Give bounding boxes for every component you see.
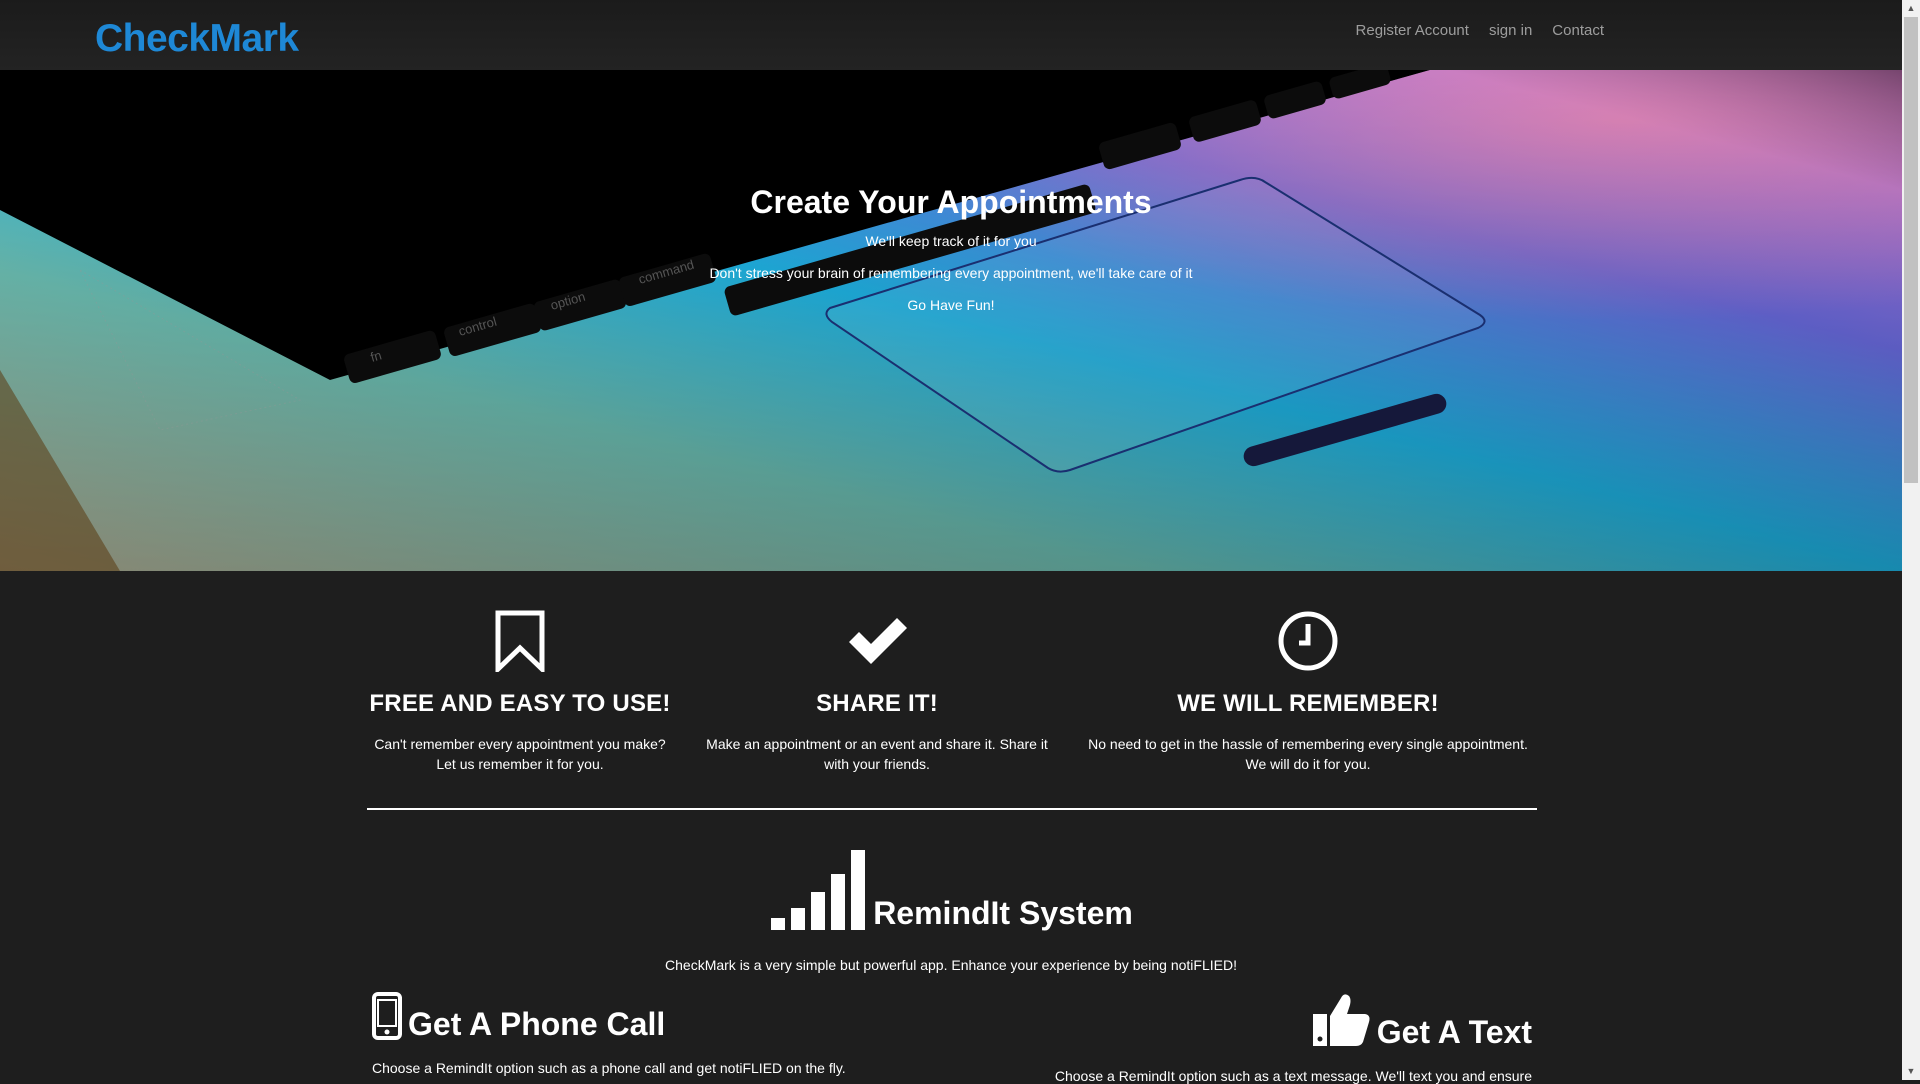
feature-title: SHARE IT! [816,690,938,717]
scroll-thumb[interactable] [1904,17,1918,483]
feature-desc-line: Make an appointment or an event and shar… [706,736,1048,752]
feature-desc-line: We will do it for you. [1245,756,1371,772]
scroll-up-arrow-icon[interactable]: ▲ [1902,0,1920,17]
feature-remember: WE WILL REMEMBER! No need to get in the … [1071,610,1545,774]
scroll-down-arrow-icon[interactable]: ▼ [1902,1063,1920,1080]
mobile-phone-icon [372,992,402,1040]
option-description: Choose a RemindIt option such as a phone… [372,1060,846,1076]
signal-bars-icon [771,850,866,930]
option-heading: Get A Phone Call [372,992,846,1040]
option-title: Get A Text [1376,1014,1532,1050]
remindit-section: RemindIt System CheckMark is a very simp… [0,848,1902,973]
feature-free-easy: FREE AND EASY TO USE! Can't remember eve… [355,610,685,774]
feature-desc-line: No need to get in the hassle of remember… [1088,736,1528,752]
hero-title: Create Your Appointments [750,184,1152,220]
option-description: Choose a RemindIt option such as a text … [1054,1068,1532,1084]
navbar: CheckMark Register Account sign in Conta… [0,0,1902,71]
feature-title: FREE AND EASY TO USE! [369,690,671,717]
section-divider [367,808,1537,810]
hero-banner: fn control option command Create Your Ap… [0,70,1902,571]
feature-desc-line: Let us remember it for you. [436,756,604,772]
brand-logo[interactable]: CheckMark [95,17,299,61]
clock-icon [1278,611,1338,671]
checkmark-icon [849,618,907,664]
hero-line-3: Go Have Fun! [907,297,995,313]
nav-contact[interactable]: Contact [1552,22,1604,39]
feature-desc-line: Can't remember every appointment you mak… [374,736,666,752]
hero-line-1: We'll keep track of it for you [865,233,1037,249]
option-phone-call: Get A Phone Call Choose a RemindIt optio… [372,992,846,1076]
feature-desc-line: with your friends. [824,756,930,772]
option-title: Get A Phone Call [408,1006,666,1042]
page-scrollbar[interactable]: ▲ ▼ [1902,0,1920,1080]
bookmark-icon [495,610,545,672]
remindit-title: RemindIt System [873,895,1133,931]
remindit-heading: RemindIt System [769,848,1133,932]
remindit-description: CheckMark is a very simple but powerful … [665,957,1237,973]
nav-links: Register Account sign in Contact [1356,22,1604,39]
thumbs-up-icon [1312,994,1370,1046]
feature-share: SHARE IT! Make an appointment or an even… [697,610,1057,774]
hero-line-2: Don't stress your brain of remembering e… [709,265,1193,281]
option-text: Get A Text Choose a RemindIt option such… [1048,992,1532,1084]
nav-sign-in[interactable]: sign in [1489,22,1532,39]
option-heading: Get A Text [1048,992,1532,1048]
hero-content: Create Your Appointments We'll keep trac… [0,184,1902,329]
nav-register-account[interactable]: Register Account [1356,22,1469,39]
feature-title: WE WILL REMEMBER! [1177,690,1439,717]
